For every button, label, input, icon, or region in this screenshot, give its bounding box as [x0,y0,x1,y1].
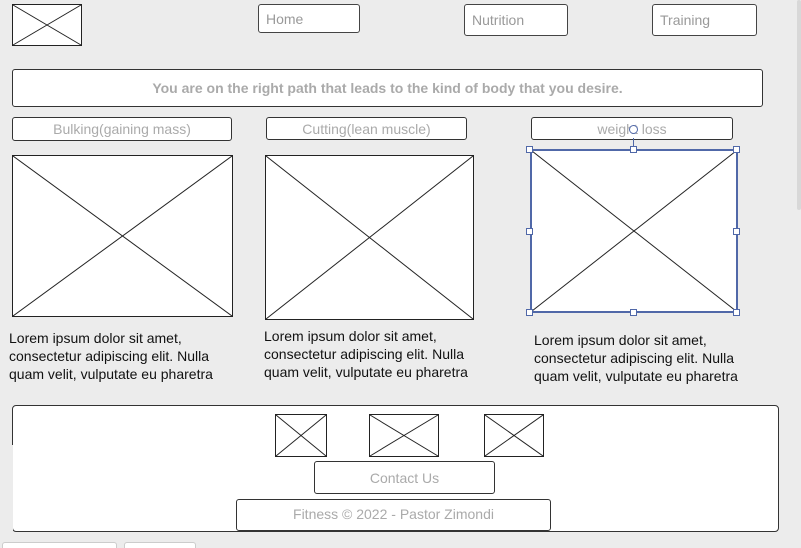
resize-handle-ne[interactable] [733,146,740,153]
hero-banner: You are on the right path that leads to … [12,69,763,107]
canvas-band [0,445,13,548]
category-cutting-image[interactable] [265,155,474,320]
resize-handle-s[interactable] [630,309,637,316]
image-placeholder-icon [13,5,81,45]
rotate-handle[interactable] [629,125,638,134]
social-icon-3[interactable] [484,414,544,457]
resize-handle-e[interactable] [733,228,740,235]
vertical-scrollbar[interactable] [797,0,801,210]
category-bulking-image[interactable] [12,155,233,317]
resize-handle-se[interactable] [733,309,740,316]
image-placeholder-icon [485,415,543,456]
nav-home-button[interactable]: Home [258,4,360,33]
copyright-box: Fitness © 2022 - Pastor Zimondi [236,499,551,531]
copyright-text: Fitness © 2022 - Pastor Zimondi [293,506,494,522]
category-bulking-text: Lorem ipsum dolor sit amet, consectetur … [9,330,213,382]
resize-handle-sw[interactable] [526,309,533,316]
resize-handle-nw[interactable] [526,146,533,153]
image-placeholder-icon [266,156,473,319]
logo-image-placeholder[interactable] [12,4,82,46]
social-icon-2[interactable] [369,414,439,457]
page-tab-stub-1[interactable] [2,542,117,548]
page-tab-stub-2[interactable] [124,542,196,548]
resize-handle-w[interactable] [526,228,533,235]
category-cutting-text: Lorem ipsum dolor sit amet, consectetur … [264,328,468,380]
hero-banner-text: You are on the right path that leads to … [152,80,623,96]
image-placeholder-icon [13,156,232,316]
category-cutting-button[interactable]: Cutting(lean muscle) [266,117,467,140]
category-weight-loss-text: Lorem ipsum dolor sit amet, consectetur … [534,332,738,384]
image-placeholder-icon [276,415,326,456]
social-icon-1[interactable] [275,414,327,457]
image-placeholder-icon [370,415,438,456]
category-bulking-button[interactable]: Bulking(gaining mass) [12,117,232,141]
nav-nutrition-button[interactable]: Nutrition [464,4,568,36]
contact-us-label: Contact Us [369,469,440,486]
image-placeholder-icon [532,151,736,311]
category-weight-loss-image-selected[interactable] [530,149,738,313]
resize-handle-n[interactable] [630,146,637,153]
nav-training-button[interactable]: Training [652,4,757,36]
contact-us-button[interactable]: Contact Us [314,461,495,494]
